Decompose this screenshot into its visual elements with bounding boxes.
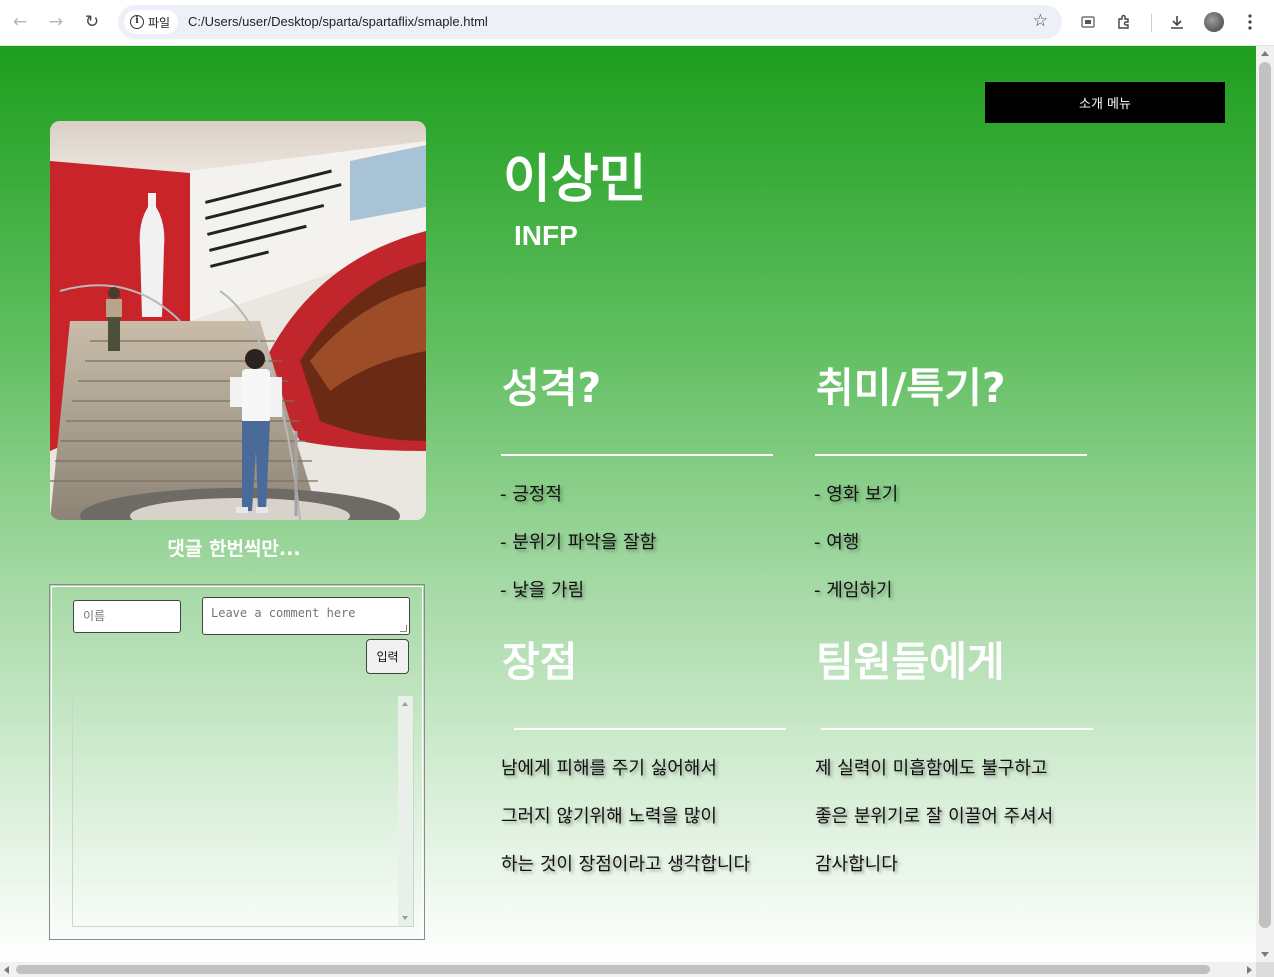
download-icon[interactable] — [1166, 11, 1188, 33]
vertical-scroll-thumb[interactable] — [1259, 62, 1271, 928]
hobby-title: 취미/특기? — [816, 364, 1006, 412]
comment-list[interactable] — [72, 695, 414, 927]
more-menu-icon[interactable] — [1239, 11, 1261, 33]
personality-item: - 긍정적 — [500, 484, 562, 505]
site-info-label: 파일 — [148, 15, 171, 30]
comment-list-scrollbar[interactable] — [398, 696, 413, 926]
strength-line: 남에게 피해를 주기 싫어해서 — [501, 758, 717, 779]
personality-title: 성격? — [502, 364, 602, 412]
strength-title: 장점 — [502, 638, 578, 686]
browser-toolbar: ← → ↻ i 파일 C:/Users/user/Desktop/sparta/… — [0, 0, 1274, 46]
toolbar-separator — [1151, 14, 1152, 32]
profile-name: 이상민 — [503, 150, 647, 210]
comment-box: 이름 Leave a comment here 입력 — [49, 584, 425, 940]
profile-photo — [50, 121, 426, 520]
name-input[interactable]: 이름 — [73, 600, 181, 633]
address-bar[interactable]: i 파일 C:/Users/user/Desktop/sparta/sparta… — [118, 5, 1062, 39]
scrollbar-corner — [1256, 962, 1274, 977]
personality-item: - 낯을 가림 — [500, 580, 585, 601]
extensions-icon[interactable] — [1113, 11, 1135, 33]
page-viewport: 소개 메뉴 댓글 한번씩만... 이름 Leave a comment here… — [0, 46, 1256, 962]
scroll-up-icon[interactable] — [402, 702, 408, 706]
profile-mbti: INFP — [514, 220, 578, 251]
personality-divider — [501, 454, 773, 456]
strength-line: 그러지 않기위해 노력을 많이 — [501, 806, 717, 827]
url-text[interactable]: C:/Users/user/Desktop/sparta/spartaflix/… — [188, 14, 488, 29]
scroll-down-arrow-icon[interactable] — [1261, 952, 1269, 957]
forward-icon[interactable]: → — [45, 11, 67, 33]
comment-placeholder: Leave a comment here — [211, 606, 356, 620]
team-title: 팀원들에게 — [816, 638, 1005, 686]
team-line: 좋은 분위기로 잘 이끌어 주셔서 — [815, 806, 1054, 827]
submit-button[interactable]: 입력 — [366, 639, 409, 674]
resize-handle-icon[interactable] — [400, 625, 407, 632]
scroll-left-arrow-icon[interactable] — [4, 966, 9, 974]
page-horizontal-scrollbar[interactable] — [0, 962, 1256, 977]
info-icon: i — [130, 15, 144, 29]
strength-divider — [514, 728, 786, 730]
team-line: 감사합니다 — [815, 854, 898, 875]
team-line: 제 실력이 미흡함에도 불구하고 — [815, 758, 1048, 779]
hobby-item: - 게임하기 — [814, 580, 893, 601]
back-icon[interactable]: ← — [9, 11, 31, 33]
intro-menu-button[interactable]: 소개 메뉴 — [985, 82, 1225, 123]
scroll-up-arrow-icon[interactable] — [1261, 51, 1269, 56]
strength-line: 하는 것이 장점이라고 생각합니다 — [501, 854, 751, 875]
scroll-right-arrow-icon[interactable] — [1247, 966, 1252, 974]
scroll-down-icon[interactable] — [402, 916, 408, 920]
cast-icon[interactable] — [1077, 11, 1099, 33]
hobby-divider — [815, 454, 1087, 456]
horizontal-scroll-thumb[interactable] — [16, 965, 1210, 974]
photo-caption: 댓글 한번씩만... — [167, 538, 301, 560]
comment-textarea[interactable]: Leave a comment here — [202, 597, 410, 635]
hobby-item: - 영화 보기 — [814, 484, 899, 505]
site-info-chip[interactable]: i 파일 — [124, 10, 179, 34]
profile-avatar-icon[interactable] — [1204, 12, 1224, 32]
team-divider — [821, 728, 1093, 730]
bookmark-star-icon[interactable]: ☆ — [1033, 11, 1048, 31]
personality-item: - 분위기 파악을 잘함 — [500, 532, 657, 553]
reload-icon[interactable]: ↻ — [81, 11, 103, 33]
hobby-item: - 여행 — [814, 532, 860, 553]
page-vertical-scrollbar[interactable] — [1256, 46, 1274, 962]
